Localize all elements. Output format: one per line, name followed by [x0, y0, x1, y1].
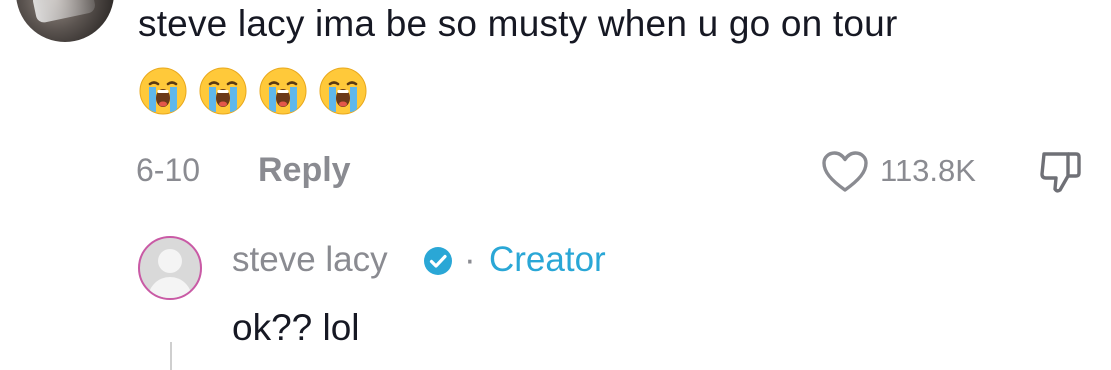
- loudly-crying-face-icon: [259, 67, 307, 115]
- creator-badge: Creator: [489, 240, 606, 279]
- reply-text: ok?? lol: [232, 307, 360, 348]
- loudly-crying-face-icon: [319, 67, 367, 115]
- verified-badge-icon: [424, 247, 452, 275]
- avatar-body: [148, 277, 192, 298]
- commenter-avatar[interactable]: [16, 0, 114, 42]
- reply-button[interactable]: Reply: [258, 151, 351, 190]
- reply-author-name[interactable]: steve lacy: [232, 240, 388, 280]
- reply-avatar[interactable]: [138, 236, 202, 300]
- thumbs-down-icon[interactable]: [1036, 148, 1084, 196]
- separator-dot: ·: [464, 240, 476, 279]
- emoji-row: [138, 66, 368, 116]
- thread-line: [170, 342, 172, 370]
- heart-icon[interactable]: [821, 150, 869, 194]
- loudly-crying-face-icon: [199, 67, 247, 115]
- avatar-head: [158, 249, 182, 273]
- loudly-crying-face-icon: [139, 67, 187, 115]
- comment-date: 6-10: [136, 152, 201, 188]
- like-count: 113.8K: [880, 153, 976, 188]
- comment-text: steve lacy ima be so musty when u go on …: [138, 3, 898, 44]
